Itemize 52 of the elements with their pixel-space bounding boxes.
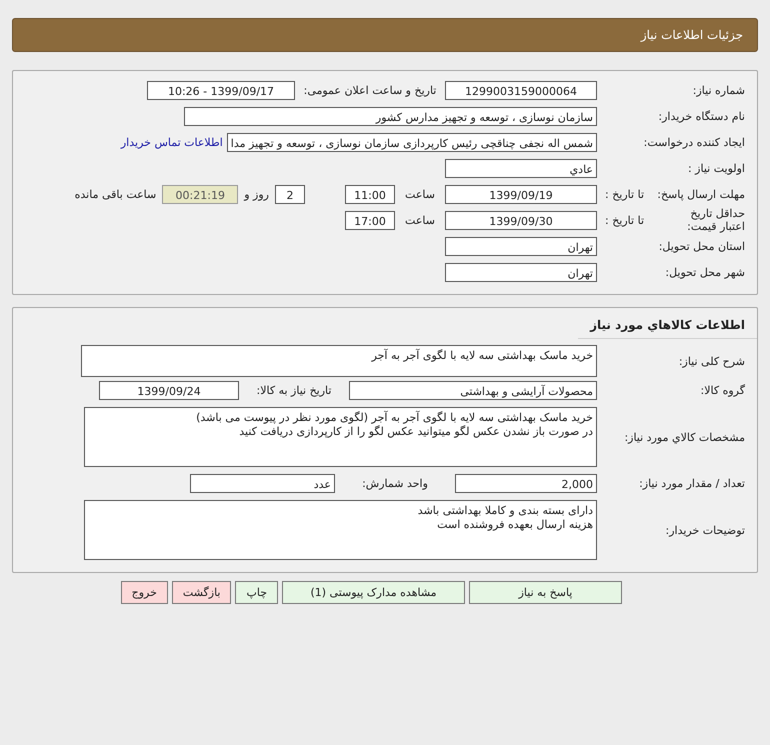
value-field: تهران bbox=[445, 263, 597, 282]
field-label: واحد شمارش: bbox=[361, 477, 429, 490]
action-button[interactable]: پاسخ به نیاز bbox=[469, 581, 622, 604]
field-label: ساعت باقی مانده bbox=[74, 188, 158, 201]
field-label: شهر محل تحویل: bbox=[664, 266, 746, 280]
action-button[interactable]: خروج bbox=[120, 581, 168, 604]
value-field: 1399/09/17 - 10:26 bbox=[147, 81, 295, 100]
value-field: 2,000 bbox=[455, 474, 597, 494]
field-label: اولویت نیاز : bbox=[686, 162, 746, 175]
buyer-contact-link[interactable]: اطلاعات تماس خریدار bbox=[120, 136, 227, 149]
value-field: خرید ماسک بهداشتی سه لایه با لگوی آجر به آجر bbox=[81, 345, 597, 378]
text-line: در صورت باز نشدن عکس لگو میتوانید عکس لگو را از کارپردازی دریافت کنید bbox=[238, 425, 593, 440]
field-label: ساعت bbox=[404, 214, 436, 228]
value-field: سازمان نوسازی ، توسعه و تجهیز مدارس کشور bbox=[184, 107, 597, 126]
section-title: اطلاعات کالاهاي مورد نياز bbox=[578, 312, 757, 340]
date-field: 1399/09/30 bbox=[445, 211, 597, 230]
field-label: مشخصات کالاي مورد نياز: bbox=[623, 430, 746, 444]
field-label: تاریخ نیاز به کالا: bbox=[256, 384, 332, 398]
action-button[interactable]: بازگشت bbox=[172, 581, 232, 604]
action-button[interactable]: چاپ bbox=[235, 581, 278, 604]
countdown-field: 00:21:19 bbox=[162, 185, 238, 204]
field-label: تا تاریخ : bbox=[605, 188, 644, 201]
action-button[interactable]: مشاهده مدارک پیوستی (1) bbox=[282, 581, 465, 604]
text-line: خرید ماسک بهداشتی سه لایه با لگوی آجر به آجر (لگوی مورد نظر در پیوست می باشد) bbox=[195, 411, 593, 426]
page-title: جزئیات اطلاعات نیاز bbox=[640, 28, 743, 42]
value-field: عادي bbox=[445, 159, 597, 178]
field-label: گروه کالا: bbox=[700, 384, 746, 398]
date-field: 1399/09/19 bbox=[445, 185, 597, 204]
value-field: تهران bbox=[445, 237, 597, 256]
value-field: عدد bbox=[190, 474, 335, 494]
value-field: محصولات آرایشی و بهداشتی bbox=[349, 381, 597, 400]
time-field: 11:00 bbox=[345, 185, 395, 204]
time-field: 17:00 bbox=[345, 211, 395, 230]
field-label: ساعت bbox=[404, 188, 436, 201]
text-line: دارای بسته بندی و کاملا بهداشتی باشد bbox=[416, 504, 593, 518]
field-label: نام دستگاه خریدار: bbox=[657, 110, 746, 123]
field-label: استان محل تحویل: bbox=[658, 240, 746, 254]
field-label: شرح کلی نیاز: bbox=[678, 354, 746, 368]
value-field: 1299003159000064 bbox=[445, 81, 597, 100]
date-field: 1399/09/24 bbox=[99, 381, 239, 400]
text-line: هزینه ارسال بعهده فروشنده است bbox=[436, 518, 593, 532]
value-field: شمس اله نجفی چناقچی رئیس کارپردازی سازمان نوسازی ، توسعه و تجهیز مدا bbox=[226, 133, 597, 152]
field-label: توضیحات خریدار: bbox=[664, 524, 746, 537]
field-label: ایجاد کننده درخواست: bbox=[642, 136, 746, 149]
field-label: روز و bbox=[242, 188, 270, 201]
field-label: شماره نیاز: bbox=[692, 84, 746, 97]
field-label: حداقل تاریخ اعتبار قیمت: bbox=[686, 208, 745, 234]
field-label: تعداد / مقدار مورد نیاز: bbox=[638, 477, 746, 490]
field-label: تاریخ و ساعت اعلان عمومی: bbox=[302, 84, 438, 97]
days-field: 2 bbox=[275, 185, 305, 204]
field-label: تا تاریخ : bbox=[605, 214, 644, 228]
field-label: مهلت ارسال پاسخ: bbox=[657, 188, 745, 201]
